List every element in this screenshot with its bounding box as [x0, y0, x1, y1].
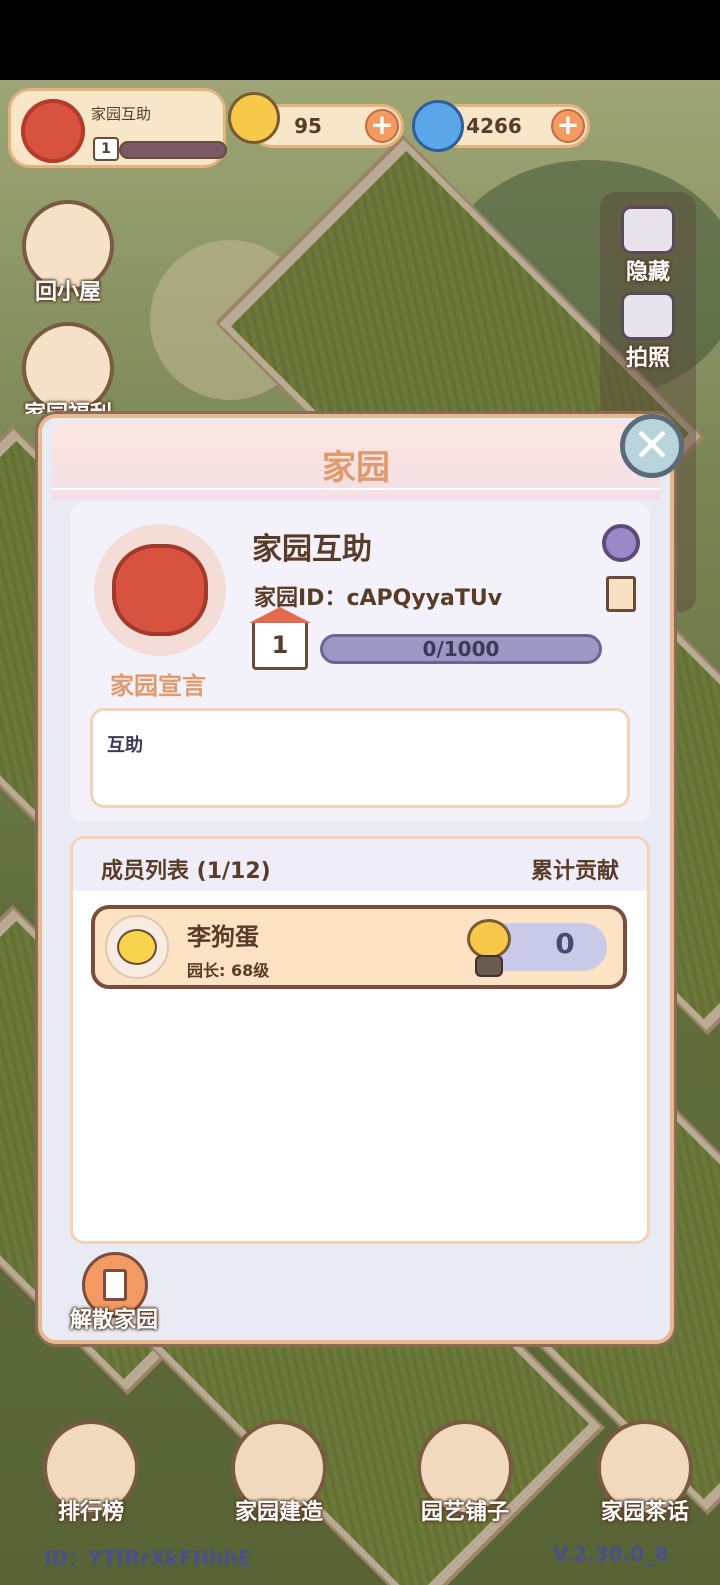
garden-welfare-label: 家园福利 [16, 396, 120, 414]
garden-build-button[interactable]: 家园建造 [224, 1420, 334, 1526]
photo-button[interactable]: 拍照 [600, 292, 696, 372]
hide-icon [621, 206, 675, 254]
hide-button[interactable]: 隐藏 [600, 206, 696, 286]
snail-shell [467, 919, 511, 959]
manifesto-label: 家园宣言 [110, 672, 206, 700]
copy-icon[interactable] [606, 576, 636, 612]
garden-chat-button[interactable]: 家园茶话 [590, 1420, 700, 1526]
member-list-title: 成员列表 (1/12) [101, 859, 271, 884]
badge-garden-name: 家园互助 [91, 105, 152, 123]
member-name: 李狗蛋 [187, 923, 259, 951]
close-button[interactable]: ✕ [620, 414, 684, 478]
member-row[interactable]: 李狗蛋 园长: 68级 0 [91, 905, 627, 989]
badge-level: 1 [93, 137, 119, 161]
garden-name: 家园互助 [252, 532, 372, 567]
rose-avatar-icon [21, 99, 85, 163]
player-id: ID：YTfRrXkFHhhE [44, 1546, 252, 1570]
rose-icon [112, 544, 208, 636]
back-to-house-button[interactable]: 回小屋 [16, 200, 120, 306]
member-list-card: 成员列表 (1/12) 累计贡献 李狗蛋 园长: 68级 0 [70, 836, 650, 1244]
garden-welfare-button[interactable]: 家园福利 [16, 322, 120, 414]
bee-icon [117, 929, 157, 965]
manifesto-text: 互助 [107, 735, 143, 756]
header-divider [52, 488, 660, 490]
add-snail-button[interactable]: + [365, 109, 399, 143]
swirl-icon [412, 100, 464, 152]
garden-chat-label: 家园茶话 [600, 1500, 689, 1525]
garden-level-badge: 1 [249, 607, 311, 670]
version-text: V.2.30.0_8 [552, 1542, 668, 1566]
add-swirl-button[interactable]: + [551, 109, 585, 143]
snail-icon [228, 92, 280, 144]
garden-modal: 家园 ✕ 家园宣言 家园互助 家园ID：cAPQyyaTUv 1 0/1000 … [38, 414, 684, 1344]
gear-icon[interactable] [602, 524, 640, 562]
member-contribution: 0 [555, 927, 575, 960]
status-bar [0, 0, 720, 80]
progress-text: 0/1000 [422, 637, 500, 661]
snail-base [475, 955, 503, 977]
leaderboard-button[interactable]: 排行榜 [36, 1420, 146, 1526]
photo-label: 拍照 [625, 346, 670, 371]
contribution-header: 累计贡献 [530, 859, 619, 884]
member-list-header: 成员列表 (1/12) 累计贡献 [73, 839, 647, 891]
garden-badge[interactable]: 家园互助 1 [8, 88, 227, 168]
snail-icon [463, 913, 515, 981]
gardening-shop-label: 园艺铺子 [420, 1500, 509, 1525]
leaderboard-label: 排行榜 [57, 1500, 124, 1525]
manifesto-box[interactable]: 互助 [90, 708, 630, 808]
garden-info-card: 家园宣言 家园互助 家园ID：cAPQyyaTUv 1 0/1000 互助 [70, 502, 650, 822]
gardening-shop-button[interactable]: 园艺铺子 [410, 1420, 520, 1526]
disband-garden-label: 解散家园 [70, 1308, 159, 1333]
member-avatar[interactable] [105, 915, 169, 979]
camera-icon [621, 292, 675, 340]
garden-progress-bar: 0/1000 [320, 634, 602, 664]
garden-build-label: 家园建造 [234, 1500, 323, 1525]
hide-label: 隐藏 [625, 260, 670, 285]
modal-title: 家园 [322, 448, 390, 488]
back-to-house-label: 回小屋 [34, 280, 101, 305]
garden-avatar[interactable] [94, 524, 226, 656]
badge-progress-bar [119, 141, 227, 159]
exit-door-icon [103, 1269, 127, 1301]
member-role: 园长: 68级 [187, 961, 270, 980]
